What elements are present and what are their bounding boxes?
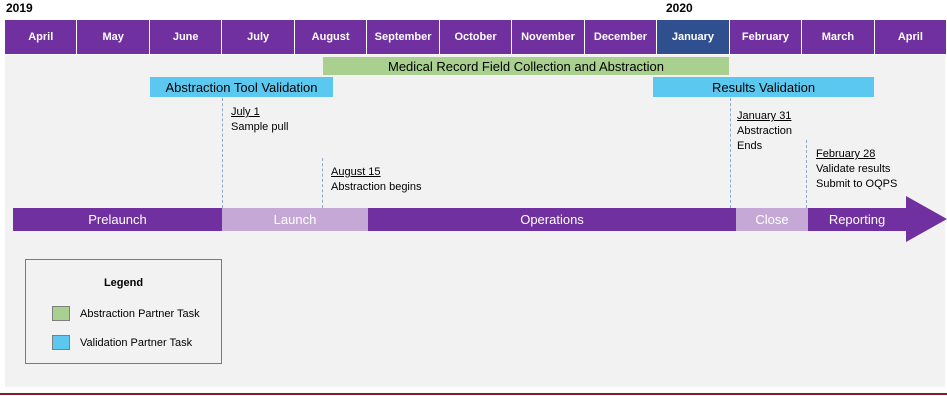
task-abstraction-tool-validation: Abstraction Tool Validation <box>150 77 333 97</box>
year-2020-label: 2020 <box>666 1 693 15</box>
task-medical-record-abstraction: Medical Record Field Collection and Abst… <box>323 57 729 75</box>
milestone-line-july1 <box>222 98 223 208</box>
month-may: May <box>77 20 150 54</box>
milestone-text: Sample pull <box>231 121 289 133</box>
legend-label: Validation Partner Task <box>80 336 193 349</box>
milestone-text: Abstraction begins <box>331 181 422 193</box>
month-september: September <box>367 20 440 54</box>
phase-reporting: Reporting <box>808 208 906 231</box>
milestone-jan31: January 31 Abstraction Ends <box>737 109 792 154</box>
month-july: July <box>222 20 295 54</box>
milestone-line-feb28 <box>806 140 807 208</box>
phase-operations: Operations <box>368 208 736 231</box>
month-january: January <box>657 20 730 54</box>
milestone-july1: July 1 Sample pull <box>231 105 288 135</box>
month-august: August <box>294 20 368 54</box>
legend-swatch-green <box>52 306 70 321</box>
month-header: April May June July August September Oct… <box>5 20 947 54</box>
legend-item-abstraction: Abstraction Partner Task <box>52 306 200 321</box>
month-october: October <box>439 20 513 54</box>
milestone-text: Submit to OQPS <box>816 178 898 190</box>
milestone-date: August 15 <box>331 166 381 178</box>
month-february: February <box>729 20 803 54</box>
legend-item-validation: Validation Partner Task <box>52 335 192 350</box>
milestone-date: July 1 <box>231 106 260 118</box>
bottom-divider <box>0 393 947 395</box>
milestone-date: February 28 <box>816 148 876 160</box>
milestone-date: January 31 <box>737 110 792 122</box>
phase-launch: Launch <box>222 208 368 231</box>
legend-label: Abstraction Partner Task <box>80 307 200 320</box>
month-april-2019: April <box>5 20 78 54</box>
milestone-line-jan31 <box>730 98 731 208</box>
milestone-text: Abstraction <box>737 125 793 137</box>
milestone-text: Validate results <box>816 163 891 175</box>
legend-swatch-blue <box>52 335 70 350</box>
month-june: June <box>149 20 223 54</box>
timeline-arrowhead <box>906 196 947 242</box>
legend-box: Legend Abstraction Partner Task Validati… <box>25 259 222 364</box>
milestone-feb28: February 28 Validate results Submit to O… <box>816 147 897 192</box>
milestone-line-aug15 <box>322 158 323 208</box>
milestone-aug15: August 15 Abstraction begins <box>331 165 422 195</box>
month-april-2020: April <box>874 20 947 54</box>
month-december: December <box>584 20 658 54</box>
month-november: November <box>512 20 585 54</box>
legend-title: Legend <box>103 277 144 289</box>
milestone-text: Ends <box>737 140 763 152</box>
task-results-validation: Results Validation <box>653 77 874 97</box>
phase-close: Close <box>736 208 808 231</box>
phase-prelaunch: Prelaunch <box>13 208 222 231</box>
year-2019-label: 2019 <box>6 1 33 15</box>
month-march: March <box>802 20 875 54</box>
